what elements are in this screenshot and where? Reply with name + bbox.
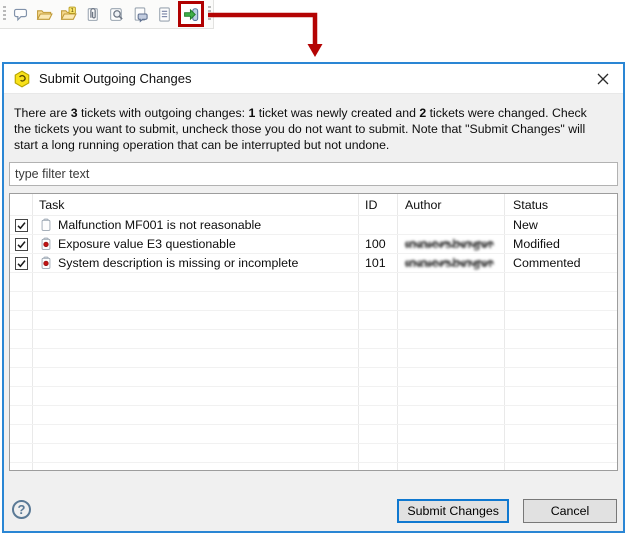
header-id[interactable]: ID [359, 194, 398, 215]
help-icon[interactable]: ? [12, 500, 31, 519]
attachment-icon[interactable] [82, 4, 102, 24]
toolbar: 1 [0, 0, 214, 29]
document-comment-icon[interactable] [130, 4, 150, 24]
table-row[interactable]: System description is missing or incompl… [10, 254, 617, 273]
comment-bubble-icon[interactable] [10, 4, 30, 24]
empty-row [10, 292, 617, 311]
task-author-redacted: mauersberger [405, 256, 494, 270]
empty-row [10, 368, 617, 387]
row-checkbox-checked[interactable] [14, 237, 28, 251]
task-repository-icon [39, 237, 53, 251]
dialog-titlebar[interactable]: Submit Outgoing Changes [4, 64, 623, 94]
task-id [359, 216, 398, 234]
tickets-table: Task ID Author Status Malfunction MF001 … [9, 193, 618, 471]
empty-row [10, 311, 617, 330]
empty-row [10, 273, 617, 292]
submit-changes-icon[interactable] [181, 4, 201, 24]
annotation-arrow [208, 12, 323, 57]
document-list-icon[interactable] [154, 4, 174, 24]
table-row[interactable]: Exposure value E3 questionable 100 mauer… [10, 235, 617, 254]
task-author [398, 216, 505, 234]
dialog-description: There are 3 tickets with outgoing change… [14, 106, 587, 152]
task-repository-icon [39, 256, 53, 270]
svg-text:1: 1 [70, 8, 73, 14]
header-status[interactable]: Status [505, 194, 617, 215]
empty-row [10, 330, 617, 349]
task-id: 101 [359, 254, 398, 272]
row-checkbox-checked[interactable] [14, 218, 28, 232]
empty-row [10, 387, 617, 406]
app-bee-icon [13, 69, 31, 88]
dialog-title: Submit Outgoing Changes [39, 71, 192, 86]
task-title: Malfunction MF001 is not reasonable [58, 218, 262, 232]
task-id: 100 [359, 235, 398, 253]
table-header-row: Task ID Author Status [10, 194, 617, 216]
table-row[interactable]: Malfunction MF001 is not reasonable New [10, 216, 617, 235]
task-status: New [513, 218, 538, 232]
task-author-redacted: mauersberger [405, 237, 494, 251]
task-title: Exposure value E3 questionable [58, 237, 236, 251]
close-icon[interactable] [592, 68, 614, 90]
task-new-icon [39, 218, 53, 232]
empty-row [10, 349, 617, 368]
header-checkbox-col[interactable] [10, 194, 33, 215]
header-task[interactable]: Task [33, 194, 359, 215]
empty-row [10, 444, 617, 463]
cancel-button[interactable]: Cancel [523, 499, 617, 523]
submit-changes-button[interactable]: Submit Changes [397, 499, 509, 523]
empty-row [10, 463, 617, 470]
submit-outgoing-changes-dialog: Submit Outgoing Changes There are 3 tick… [2, 62, 625, 533]
task-status: Modified [513, 237, 560, 251]
open-folder-badge-icon[interactable]: 1 [58, 4, 78, 24]
task-status: Commented [513, 256, 581, 270]
row-checkbox-checked[interactable] [14, 256, 28, 270]
header-author[interactable]: Author [398, 194, 505, 215]
highlight-box [178, 1, 204, 27]
task-title: System description is missing or incompl… [58, 256, 299, 270]
filter-input[interactable] [9, 162, 618, 186]
dialog-footer: ? Submit Changes Cancel [4, 471, 623, 531]
empty-row [10, 425, 617, 444]
empty-row [10, 406, 617, 425]
open-folder-icon[interactable] [34, 4, 54, 24]
toolbar-grip[interactable] [3, 6, 6, 22]
clipboard-search-icon[interactable] [106, 4, 126, 24]
